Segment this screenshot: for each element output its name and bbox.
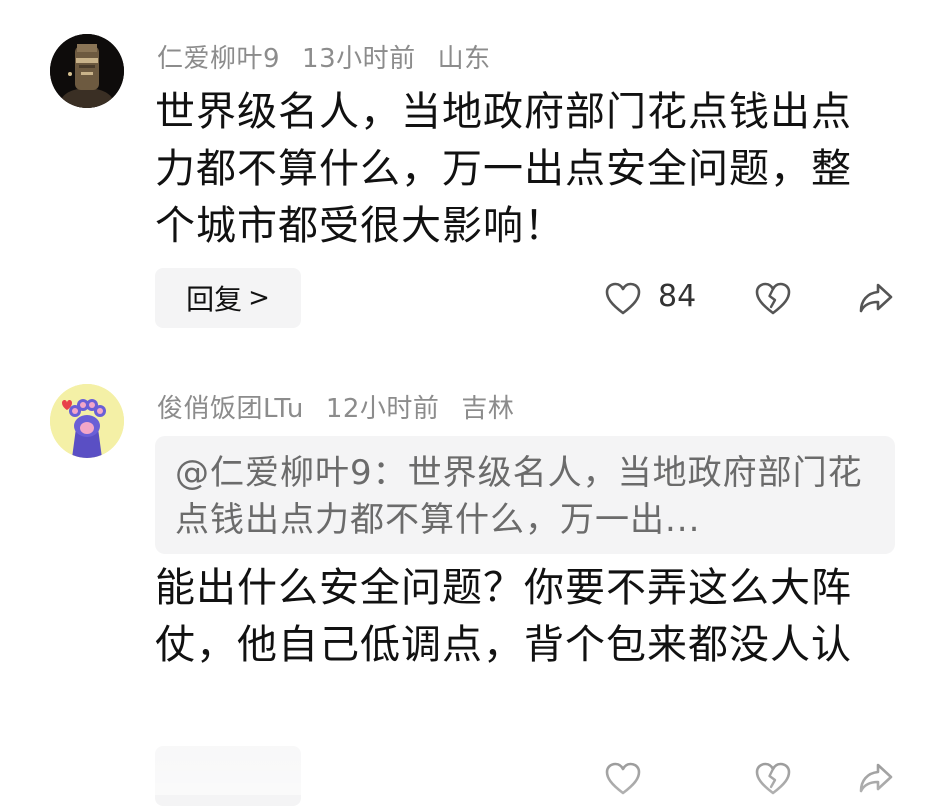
cat-paw-icon <box>50 384 124 458</box>
reply-label: 回复 <box>186 283 243 316</box>
heart-icon <box>605 282 641 315</box>
comment-meta: 俊俏饭团LTu 12小时前 吉林 <box>157 388 536 425</box>
comment-meta: 仁爱柳叶9 13小时前 山东 <box>157 38 513 75</box>
like-button[interactable] <box>605 762 641 800</box>
reply-button[interactable] <box>155 746 301 806</box>
quoted-reply[interactable]: @仁爱柳叶9：世界级名人，当地政府部门花点钱出点力都不算什么，万一出... <box>155 436 895 554</box>
statue-portrait-icon <box>50 34 124 108</box>
username[interactable]: 仁爱柳叶9 <box>157 44 280 74</box>
share-arrow-icon <box>859 283 893 313</box>
timestamp: 12小时前 <box>325 394 440 424</box>
heart-icon <box>605 762 641 795</box>
broken-heart-icon <box>755 762 791 795</box>
like-button[interactable] <box>605 282 641 320</box>
comment-item: 仁爱柳叶9 13小时前 山东 世界级名人，当地政府部门花点钱出点力都不算什么，万一出… <box>0 0 945 360</box>
username[interactable]: 俊俏饭团LTu <box>157 394 304 424</box>
user-avatar[interactable] <box>50 384 124 458</box>
dislike-button[interactable] <box>755 282 791 320</box>
comment-text: 世界级名人，当地政府部门花点钱出点力都不算什么，万一出点安全问题，整个城市都受很… <box>155 89 852 249</box>
like-count: 84 <box>658 279 697 314</box>
share-arrow-icon <box>859 763 893 793</box>
chevron-right-icon: > <box>248 283 270 313</box>
reply-button[interactable]: 回复 > <box>155 268 301 328</box>
broken-heart-icon <box>755 282 791 315</box>
location: 山东 <box>437 44 491 74</box>
share-button[interactable] <box>858 762 894 798</box>
user-avatar[interactable] <box>50 34 124 108</box>
timestamp: 13小时前 <box>302 44 416 74</box>
comment-text: 能出什么安全问题？你要不弄这么大阵仗，他自己低调点，背个包来都没人认 <box>155 565 852 668</box>
share-button[interactable] <box>858 282 894 318</box>
location: 吉林 <box>461 394 515 424</box>
dislike-button[interactable] <box>755 762 791 800</box>
bottom-fade-overlay <box>0 660 945 795</box>
comment-item: 俊俏饭团LTu 12小时前 吉林 @仁爱柳叶9：世界级名人，当地政府部门花点钱出点力… <box>0 360 945 806</box>
